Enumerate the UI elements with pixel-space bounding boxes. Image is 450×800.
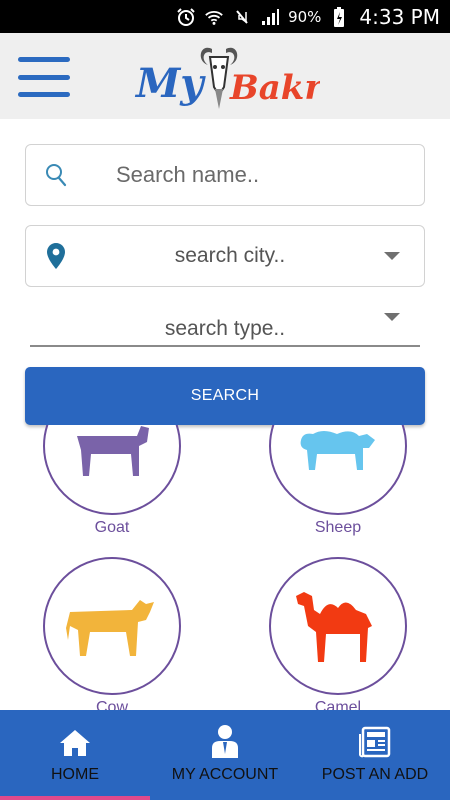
svg-text:Bakra: Bakra (229, 68, 320, 108)
status-bar: 90% 4:33 PM (0, 0, 450, 33)
nav-home[interactable]: HOME (0, 710, 150, 800)
category-camel[interactable]: Camel (268, 557, 408, 710)
account-icon (212, 725, 238, 758)
search-city-dropdown[interactable]: search city.. (25, 225, 425, 287)
cow-icon (66, 600, 154, 656)
category-label: Camel (314, 699, 362, 710)
mute-icon (232, 7, 252, 27)
search-type-dropdown[interactable]: search type.. (30, 301, 420, 347)
location-pin-icon (26, 242, 86, 270)
alarm-icon (176, 7, 196, 27)
clock: 4:33 PM (359, 4, 440, 29)
nav-my-account[interactable]: MY ACCOUNT (150, 710, 300, 800)
app-bar: My Bakra (0, 33, 450, 119)
menu-icon (18, 57, 70, 62)
nav-label: HOME (51, 766, 99, 783)
category-sheep[interactable]: Sheep (268, 425, 408, 537)
wifi-icon (204, 7, 224, 27)
search-name-input[interactable] (116, 162, 396, 188)
category-label: Sheep (314, 519, 362, 536)
camel-icon (296, 592, 372, 662)
category-label: Goat (94, 519, 130, 536)
newspaper-icon (359, 726, 391, 758)
search-icon (26, 163, 86, 187)
home-icon (60, 730, 90, 756)
animal-category-grid: Goat Sheep Cow Camel (0, 425, 450, 710)
category-goat[interactable]: Goat (42, 425, 182, 537)
category-cow[interactable]: Cow (42, 557, 182, 710)
hamburger-menu-button[interactable] (16, 53, 72, 101)
chevron-down-icon (384, 252, 400, 260)
nav-label: POST AN ADD (321, 766, 429, 783)
search-name-field[interactable] (25, 144, 425, 206)
battery-percent: 90% (288, 7, 322, 26)
search-city-value: search city.. (174, 244, 286, 267)
search-button[interactable]: SEARCH (25, 367, 425, 425)
nav-label: MY ACCOUNT (171, 766, 279, 783)
search-type-value: search type.. (164, 317, 286, 340)
goat-icon (77, 426, 149, 476)
nav-post-an-add[interactable]: POST AN ADD (300, 710, 450, 800)
signal-icon (260, 7, 280, 27)
sheep-icon (300, 431, 375, 470)
mybakra-logo: My Bakra (134, 47, 320, 109)
category-label: Cow (95, 699, 128, 710)
battery-icon (329, 6, 349, 27)
search-panel: search city.. search type.. SEARCH Goat … (0, 119, 450, 710)
svg-text:My: My (134, 60, 206, 107)
chevron-down-icon (384, 313, 400, 321)
bottom-navigation: HOME MY ACCOUNT POST AN ADD (0, 710, 450, 800)
